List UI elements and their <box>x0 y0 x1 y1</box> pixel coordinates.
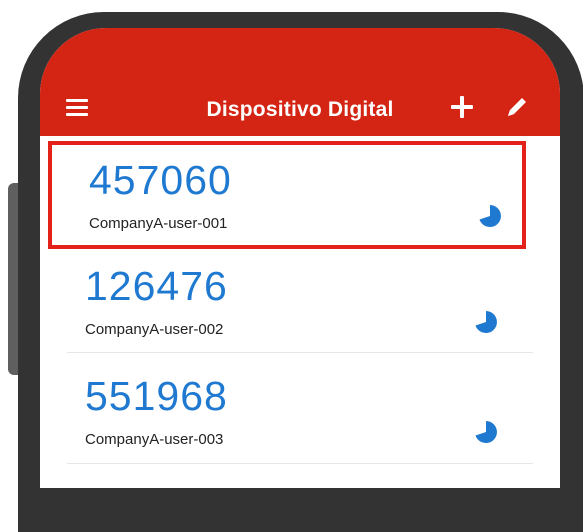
countdown-pie-icon <box>475 421 497 443</box>
add-icon[interactable] <box>451 96 473 118</box>
app-bar: Dispositivo Digital <box>40 28 560 136</box>
countdown-pie-icon <box>475 311 497 333</box>
account-item-3[interactable]: 551968 CompanyA-user-003 <box>48 361 526 469</box>
otp-code: 457060 <box>89 157 232 203</box>
pencil-icon[interactable] <box>504 94 530 120</box>
app-screen: Dispositivo Digital 457060 CompanyA-user… <box>40 28 560 488</box>
divider <box>67 463 533 464</box>
account-item-2[interactable]: 126476 CompanyA-user-002 <box>48 251 526 359</box>
countdown-pie-icon <box>479 205 501 227</box>
account-item-1[interactable]: 457060 CompanyA-user-001 <box>48 141 526 249</box>
account-name: CompanyA-user-002 <box>85 321 224 338</box>
app-title: Dispositivo Digital <box>206 98 394 121</box>
otp-code: 126476 <box>85 263 228 309</box>
account-name: CompanyA-user-003 <box>85 431 224 448</box>
otp-code: 551968 <box>85 373 228 419</box>
account-name: CompanyA-user-001 <box>89 215 228 232</box>
divider <box>67 352 533 353</box>
